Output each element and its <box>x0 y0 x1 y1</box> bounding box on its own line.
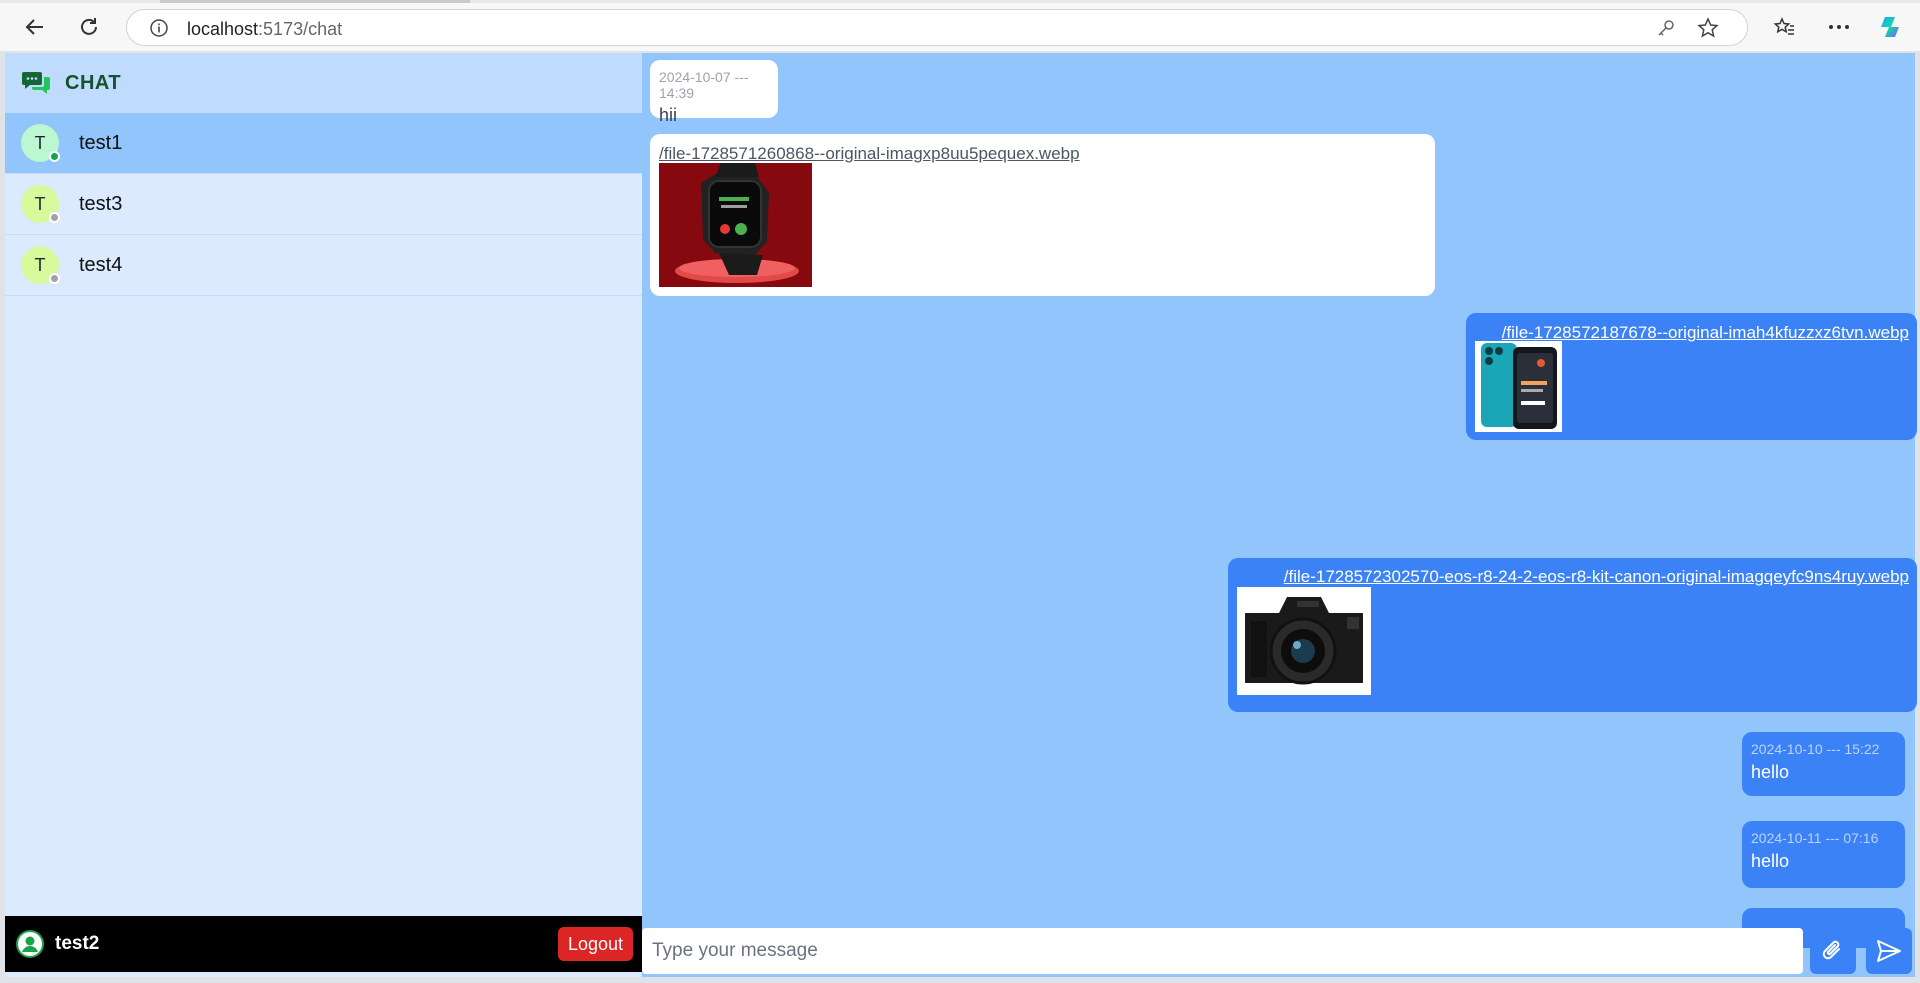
back-icon[interactable] <box>20 12 50 42</box>
contact-name: test3 <box>79 192 123 215</box>
chat-app: CHAT T test1 T test3 T test4 test2 Logou… <box>5 53 1917 977</box>
url-path: :5173/chat <box>258 19 343 39</box>
avatar: T <box>21 124 60 162</box>
sidebar-header: CHAT <box>5 53 642 113</box>
avatar-initial: T <box>34 132 46 153</box>
tab-strip <box>0 0 1920 3</box>
favorites-icon[interactable] <box>1768 12 1800 42</box>
refresh-icon[interactable] <box>74 12 104 42</box>
contact-item-test4[interactable]: T test4 <box>5 235 642 296</box>
user-avatar-icon <box>16 930 44 958</box>
smartwatch-image[interactable] <box>659 163 812 287</box>
message-text: hello <box>1751 762 1790 782</box>
avatar-initial: T <box>34 254 46 275</box>
message-text: hii <box>659 105 678 125</box>
message-input[interactable] <box>642 928 1803 974</box>
browser-toolbar: localhost:5173/chat <box>0 0 1920 52</box>
contact-list: T test1 T test3 T test4 <box>5 113 642 296</box>
online-status-dot <box>49 151 60 162</box>
message-bubble-outgoing: /file-1728572302570-eos-r8-24-2-eos-r8-k… <box>1228 558 1917 712</box>
sidebar: CHAT T test1 T test3 T test4 test2 Logou… <box>5 53 642 977</box>
brand-title: CHAT <box>65 71 122 94</box>
smartphone-image[interactable] <box>1475 341 1562 432</box>
message-timestamp: 2024-10-10 --- 15:22 <box>1751 741 1880 757</box>
current-user-name: test2 <box>55 933 100 954</box>
send-button[interactable] <box>1866 928 1912 974</box>
offline-status-dot <box>49 212 60 223</box>
contact-name: test1 <box>79 131 123 154</box>
camera-image[interactable] <box>1237 587 1371 695</box>
site-info-icon[interactable] <box>149 18 169 43</box>
password-key-icon[interactable] <box>1657 19 1675 42</box>
offline-status-dot <box>49 273 60 284</box>
avatar: T <box>21 185 60 223</box>
avatar: T <box>21 246 60 284</box>
message-bubble-incoming: /file-1728571260868--original-imagxp8uu5… <box>650 134 1435 296</box>
paperclip-icon <box>1822 940 1840 960</box>
message-composer <box>642 925 1915 977</box>
send-icon <box>1877 940 1901 962</box>
message-timestamp: 2024-10-07 --- 14:39 <box>659 69 749 101</box>
favorite-star-icon[interactable] <box>1697 17 1719 44</box>
file-link[interactable]: /file-1728571260868--original-imagxp8uu5… <box>659 144 1426 164</box>
contact-name: test4 <box>79 253 123 276</box>
address-bar[interactable]: localhost:5173/chat <box>126 9 1748 46</box>
message-bubble-outgoing: 2024-10-11 --- 07:16 hello <box>1742 821 1905 888</box>
logout-button[interactable]: Logout <box>557 927 633 961</box>
attach-button[interactable] <box>1810 928 1856 974</box>
chat-logo-icon <box>22 72 50 94</box>
message-timestamp: 2024-10-11 --- 07:16 <box>1751 830 1879 846</box>
message-text: hello <box>1751 851 1790 871</box>
file-link[interactable]: /file-1728572187678--original-imah4kfuzz… <box>1474 323 1909 343</box>
contact-item-test3[interactable]: T test3 <box>5 174 642 235</box>
copilot-icon[interactable] <box>1876 12 1908 42</box>
message-bubble-incoming: 2024-10-07 --- 14:39 hii <box>650 60 778 125</box>
file-link[interactable]: /file-1728572302570-eos-r8-24-2-eos-r8-k… <box>1236 567 1909 587</box>
url-text: localhost:5173/chat <box>187 19 342 40</box>
current-user-bar: test2 Logout <box>5 916 642 972</box>
message-bubble-outgoing: 2024-10-10 --- 15:22 hello <box>1742 732 1905 796</box>
contact-item-test1[interactable]: T test1 <box>5 113 642 174</box>
message-bubble-outgoing: /file-1728572187678--original-imah4kfuzz… <box>1466 313 1917 440</box>
more-options-icon[interactable] <box>1823 12 1855 42</box>
url-host: localhost <box>187 19 259 39</box>
avatar-initial: T <box>34 193 46 214</box>
active-tab-indicator <box>160 0 470 3</box>
message-panel: 2024-10-07 --- 14:39 hii /file-172857126… <box>642 53 1917 977</box>
